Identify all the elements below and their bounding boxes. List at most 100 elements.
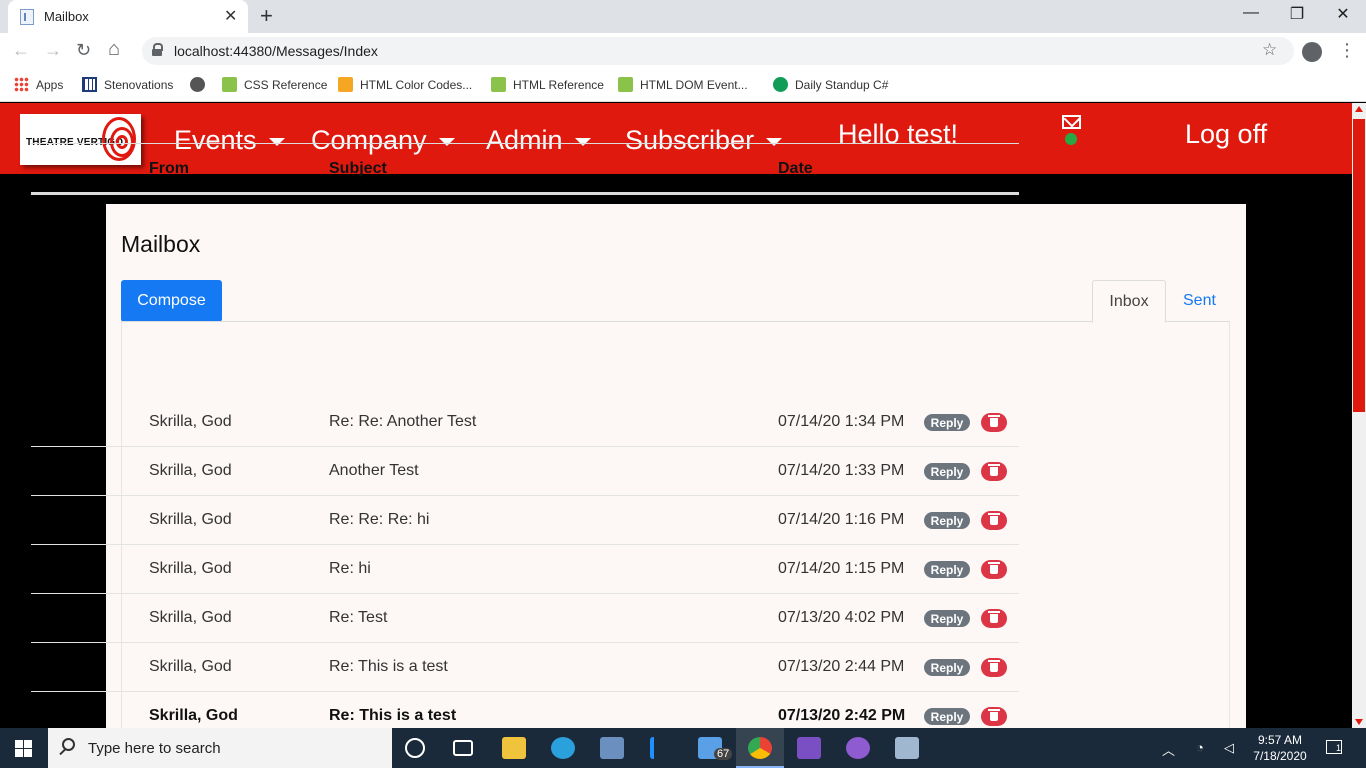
reload-icon[interactable]: ↻ <box>76 40 91 61</box>
message-from[interactable]: Skrilla, God <box>149 560 232 578</box>
bookmark-html-dom-events[interactable]: HTML DOM Event... <box>618 77 748 92</box>
trash-icon <box>988 611 1000 623</box>
tab-inbox[interactable]: Inbox <box>1092 280 1166 323</box>
browser-tab-strip: Mailbox ✕ + — ❐ ✕ <box>0 0 1366 33</box>
message-subject[interactable]: Re: This is a test <box>329 658 448 676</box>
cortana-icon[interactable] <box>405 738 425 758</box>
file-explorer-icon[interactable] <box>502 737 526 759</box>
table-row[interactable]: Skrilla, God Re: Test 07/13/20 4:02 PM Repl… <box>31 594 1019 643</box>
delete-button[interactable] <box>981 707 1007 726</box>
back-icon[interactable]: ← <box>12 40 30 61</box>
scroll-up-icon[interactable] <box>1355 106 1363 112</box>
reply-button[interactable]: Reply <box>924 463 970 480</box>
chrome-icon[interactable] <box>748 737 772 759</box>
windows-start-icon[interactable] <box>15 740 32 757</box>
message-from[interactable]: Skrilla, God <box>149 609 232 627</box>
table-row[interactable]: Skrilla, God Re: This is a test 07/13/20 2… <box>31 643 1019 692</box>
message-from[interactable]: Skrilla, God <box>149 511 232 529</box>
bookmark-apps[interactable]: Apps <box>14 77 63 92</box>
close-tab-icon[interactable]: ✕ <box>224 6 237 26</box>
home-icon[interactable]: ⌂ <box>108 38 120 61</box>
page-title: Mailbox <box>121 231 201 257</box>
mail-icon[interactable] <box>1062 115 1081 129</box>
message-from[interactable]: Skrilla, God <box>149 462 232 480</box>
bookmark-label: Daily Standup C# <box>795 77 889 92</box>
message-subject[interactable]: Re: Test <box>329 609 387 627</box>
globe-icon <box>190 77 205 92</box>
table-row[interactable]: Skrilla, God Re: hi 07/14/20 1:15 PM Reply <box>31 545 1019 594</box>
delete-button[interactable] <box>981 560 1007 579</box>
volume-icon[interactable]: ◁ <box>1224 740 1234 756</box>
message-subject[interactable]: Re: Re: Another Test <box>329 413 476 431</box>
scroll-down-icon[interactable] <box>1355 719 1363 725</box>
bookmark-html-color-codes[interactable]: HTML Color Codes... <box>338 77 472 92</box>
maximize-button[interactable]: ❐ <box>1277 4 1317 24</box>
browser-tab[interactable]: Mailbox ✕ <box>8 0 248 33</box>
bookmark-html-reference[interactable]: HTML Reference <box>491 77 604 92</box>
network-icon[interactable]: ◔ <box>1196 740 1204 755</box>
notifications-icon[interactable]: 1 <box>1326 740 1342 754</box>
github-desktop-icon[interactable] <box>846 737 870 759</box>
reply-button[interactable]: Reply <box>924 610 970 627</box>
delete-button[interactable] <box>981 609 1007 628</box>
lock-icon[interactable] <box>152 43 163 56</box>
table-row[interactable]: Skrilla, God Another Test 07/14/20 1:33 PM… <box>31 447 1019 496</box>
compose-button[interactable]: Compose <box>121 280 222 322</box>
hangouts-icon <box>773 77 788 92</box>
tab-sent[interactable]: Sent <box>1183 292 1216 310</box>
task-view-icon[interactable] <box>453 740 473 756</box>
table-row[interactable]: Skrilla, God Re: Re: Re: hi 07/14/20 1:16 … <box>31 496 1019 545</box>
tab-title: Mailbox <box>44 9 89 24</box>
message-from[interactable]: Skrilla, God <box>149 658 232 676</box>
logoff-link[interactable]: Log off <box>1185 119 1267 150</box>
reply-button[interactable]: Reply <box>924 512 970 529</box>
table-header: From Subject Date <box>31 143 1019 195</box>
show-hidden-icons-chevron-icon[interactable]: ︿ <box>1162 740 1175 759</box>
forward-icon[interactable]: → <box>44 40 62 61</box>
scrollbar-thumb[interactable] <box>1353 119 1365 412</box>
bookmark-daily-standup[interactable]: Daily Standup C# <box>773 77 888 92</box>
delete-button[interactable] <box>981 658 1007 677</box>
azure-data-icon[interactable] <box>650 737 674 759</box>
bookmark-globe[interactable] <box>190 77 205 92</box>
app-icon[interactable] <box>895 737 919 759</box>
message-subject[interactable]: Re: Re: Re: hi <box>329 511 429 529</box>
apps-grid-icon <box>14 77 29 92</box>
store-icon[interactable] <box>600 737 624 759</box>
bookmark-css-reference[interactable]: CSS Reference <box>222 77 327 92</box>
address-bar[interactable]: localhost:44380/Messages/Index ☆ <box>142 37 1294 65</box>
delete-button[interactable] <box>981 462 1007 481</box>
clock-time: 9:57 AM <box>1257 733 1303 747</box>
reply-button[interactable]: Reply <box>924 659 970 676</box>
visual-studio-icon[interactable] <box>797 737 821 759</box>
browser-toolbar: ← → ↻ ⌂ localhost:44380/Messages/Index ☆ <box>0 33 1366 69</box>
page-scrollbar[interactable] <box>1352 103 1366 728</box>
trash-icon <box>988 513 1000 525</box>
r-icon <box>338 77 353 92</box>
edge-icon[interactable] <box>551 737 575 759</box>
message-date: 07/14/20 1:15 PM <box>778 560 905 577</box>
trash-icon <box>988 562 1000 574</box>
table-row[interactable]: Skrilla, God Re: Re: Another Test 07/14/20… <box>31 398 1019 447</box>
system-clock[interactable]: 9:57 AM 7/18/2020 <box>1240 732 1320 764</box>
taskbar-search-box[interactable]: Type here to search <box>48 728 392 768</box>
message-subject[interactable]: Another Test <box>329 462 419 480</box>
browser-menu-icon[interactable]: ⋮ <box>1338 40 1356 61</box>
message-subject[interactable]: Re: hi <box>329 560 371 578</box>
delete-button[interactable] <box>981 413 1007 432</box>
url-text[interactable]: localhost:44380/Messages/Index <box>174 43 378 59</box>
message-from[interactable]: Skrilla, God <box>149 707 238 725</box>
close-window-button[interactable]: ✕ <box>1323 4 1363 24</box>
bookmark-stenovations[interactable]: Stenovations <box>82 77 173 92</box>
message-from[interactable]: Skrilla, God <box>149 413 232 431</box>
profile-avatar-icon[interactable] <box>1302 42 1322 62</box>
minimize-button[interactable]: — <box>1231 4 1271 22</box>
message-date: 07/13/20 2:42 PM <box>778 707 906 724</box>
message-subject[interactable]: Re: This is a test <box>329 707 456 725</box>
reply-button[interactable]: Reply <box>924 708 970 725</box>
reply-button[interactable]: Reply <box>924 414 970 431</box>
bookmark-star-icon[interactable]: ☆ <box>1262 40 1277 60</box>
new-tab-button[interactable]: + <box>260 3 273 29</box>
reply-button[interactable]: Reply <box>924 561 970 578</box>
delete-button[interactable] <box>981 511 1007 530</box>
